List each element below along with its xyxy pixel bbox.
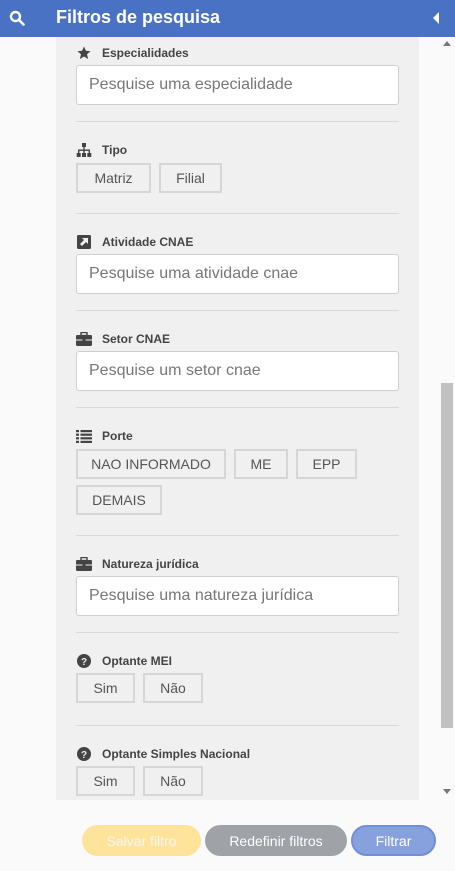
simples-heading: ? Optante Simples Nacional <box>76 746 399 762</box>
divider <box>76 535 399 536</box>
simples-option-sim[interactable]: Sim <box>76 766 135 796</box>
especialidade-search-input[interactable]: Pesquise uma especialidade <box>76 65 399 105</box>
porte-option-nao-informado[interactable]: NAO INFORMADO <box>76 449 226 479</box>
star-icon <box>76 46 92 60</box>
simples-label: Optante Simples Nacional <box>102 747 251 761</box>
atividade-search-input[interactable]: Pesquise uma atividade cnae <box>76 254 399 294</box>
section-setor: Setor CNAE Pesquise um setor cnae <box>76 331 399 391</box>
atividade-label: Atividade CNAE <box>102 235 194 249</box>
briefcase-icon <box>76 557 92 571</box>
setor-label: Setor CNAE <box>102 332 171 346</box>
filter-header: Filtros de pesquisa <box>0 0 455 37</box>
divider <box>76 213 399 214</box>
section-simples: ? Optante Simples Nacional <box>76 746 399 762</box>
briefcase-icon <box>76 332 92 346</box>
scroll-up-arrow-icon[interactable] <box>443 41 451 46</box>
filter-panel: Especialidades Pesquise uma especialidad… <box>56 37 419 800</box>
section-atividade: Atividade CNAE Pesquise uma atividade cn… <box>76 234 399 294</box>
tipo-option-filial[interactable]: Filial <box>159 163 222 193</box>
svg-text:?: ? <box>81 750 87 761</box>
reset-filters-button[interactable]: Redefinir filtros <box>205 825 347 856</box>
divider <box>76 310 399 311</box>
svg-text:?: ? <box>81 657 87 668</box>
porte-option-epp[interactable]: EPP <box>296 449 357 479</box>
caret-left-icon[interactable] <box>431 11 441 25</box>
divider <box>76 121 399 122</box>
porte-label: Porte <box>102 429 133 443</box>
natureza-heading: Natureza jurídica <box>76 556 399 572</box>
tipo-option-matriz[interactable]: Matriz <box>76 163 151 193</box>
mei-heading: ? Optante MEI <box>76 653 399 669</box>
simples-option-nao[interactable]: Não <box>143 766 203 796</box>
mei-label: Optante MEI <box>102 654 173 668</box>
question-circle-icon: ? <box>76 654 92 668</box>
question-circle-icon: ? <box>76 747 92 761</box>
porte-option-me[interactable]: ME <box>234 449 288 479</box>
section-natureza: Natureza jurídica Pesquise uma natureza … <box>76 556 399 616</box>
tipo-heading: Tipo <box>76 142 399 158</box>
natureza-label: Natureza jurídica <box>102 557 199 571</box>
section-especialidades: Especialidades Pesquise uma especialidad… <box>76 45 399 105</box>
natureza-search-input[interactable]: Pesquise uma natureza jurídica <box>76 576 399 616</box>
setor-search-input[interactable]: Pesquise um setor cnae <box>76 351 399 391</box>
section-porte: Porte <box>76 428 399 444</box>
setor-heading: Setor CNAE <box>76 331 399 347</box>
tipo-label: Tipo <box>102 143 128 157</box>
filter-button[interactable]: Filtrar <box>351 825 436 856</box>
section-tipo: Tipo <box>76 142 399 158</box>
especialidades-label: Especialidades <box>102 46 189 60</box>
divider <box>76 632 399 633</box>
scroll-down-arrow-icon[interactable] <box>443 789 451 794</box>
porte-heading: Porte <box>76 428 399 444</box>
divider <box>76 725 399 726</box>
list-icon <box>76 429 92 443</box>
porte-option-demais[interactable]: DEMAIS <box>76 485 162 515</box>
external-link-icon <box>76 235 92 249</box>
section-mei: ? Optante MEI <box>76 653 399 669</box>
especialidades-heading: Especialidades <box>76 45 399 61</box>
mei-option-nao[interactable]: Não <box>143 673 203 703</box>
mei-option-sim[interactable]: Sim <box>76 673 135 703</box>
divider <box>76 407 399 408</box>
save-filter-button[interactable]: Salvar filtro <box>82 825 201 856</box>
scrollbar-thumb[interactable] <box>441 383 453 728</box>
atividade-heading: Atividade CNAE <box>76 234 399 250</box>
sitemap-icon <box>76 143 92 157</box>
header-title: Filtros de pesquisa <box>56 7 221 27</box>
search-icon[interactable] <box>9 10 25 26</box>
vertical-scrollbar[interactable] <box>439 37 455 800</box>
